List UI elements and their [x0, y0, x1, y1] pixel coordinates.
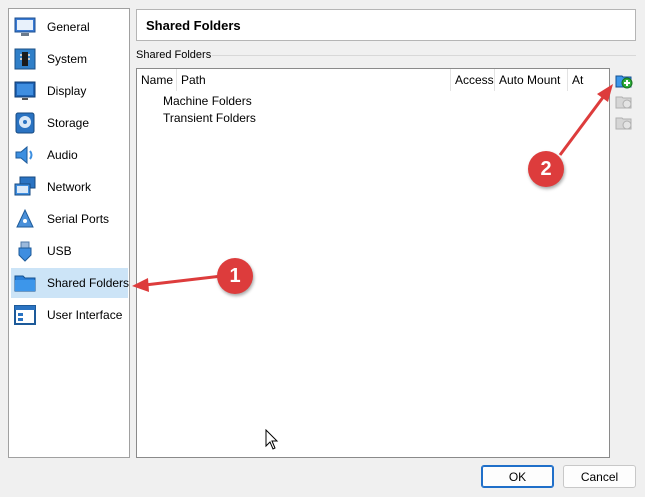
- add-folder-icon[interactable]: [615, 72, 633, 90]
- audio-icon: [15, 145, 33, 165]
- table-header: Name Path Access Auto Mount At: [137, 69, 609, 91]
- sidebar-item-label: User Interface: [47, 308, 123, 322]
- ok-button[interactable]: OK: [481, 465, 554, 488]
- page-title: Shared Folders: [136, 9, 636, 41]
- sidebar-item-audio[interactable]: Audio: [11, 140, 128, 170]
- annotation-badge-1: 1: [217, 258, 253, 294]
- sidebar-item-storage[interactable]: Storage: [11, 108, 128, 138]
- general-icon: [14, 17, 36, 36]
- settings-sidebar: General System Display Storage Audio Net…: [8, 8, 130, 458]
- sidebar-item-label: USB: [47, 244, 72, 258]
- sidebar-item-general[interactable]: General: [11, 12, 128, 42]
- mouse-cursor-icon: [265, 429, 279, 450]
- sidebar-item-label: Shared Folders: [47, 276, 130, 290]
- column-header-access[interactable]: Access: [451, 69, 495, 91]
- sidebar-item-display[interactable]: Display: [11, 76, 128, 106]
- sidebar-item-label: System: [47, 52, 88, 66]
- serial-ports-icon: [16, 208, 34, 228]
- sidebar-item-user-interface[interactable]: User Interface: [11, 300, 128, 330]
- sidebar-item-network[interactable]: Network: [11, 172, 128, 202]
- table-row[interactable]: Transient Folders: [163, 110, 256, 127]
- user-interface-icon: [14, 305, 36, 325]
- page-title-text: Shared Folders: [146, 17, 241, 33]
- shared-folders-table[interactable]: Name Path Access Auto Mount At Machine F…: [136, 68, 610, 458]
- table-row[interactable]: Machine Folders: [163, 93, 252, 110]
- sidebar-item-serial-ports[interactable]: Serial Ports: [11, 204, 128, 234]
- annotation-badge-2: 2: [528, 151, 564, 187]
- group-divider: [212, 55, 636, 56]
- sidebar-item-label: Network: [47, 180, 92, 194]
- display-icon: [14, 81, 36, 100]
- sidebar-item-label: Storage: [47, 116, 90, 130]
- sidebar-item-shared-folders[interactable]: Shared Folders: [11, 268, 130, 298]
- storage-icon: [15, 112, 35, 134]
- remove-folder-icon[interactable]: [615, 114, 633, 132]
- group-label: Shared Folders: [136, 49, 212, 61]
- sidebar-item-label: Serial Ports: [47, 212, 110, 226]
- cancel-button[interactable]: Cancel: [563, 465, 636, 488]
- column-header-at[interactable]: At: [568, 69, 609, 91]
- sidebar-item-label: General: [47, 20, 90, 34]
- sidebar-item-usb[interactable]: USB: [11, 236, 128, 266]
- column-header-auto-mount[interactable]: Auto Mount: [495, 69, 568, 91]
- column-header-path[interactable]: Path: [177, 69, 451, 91]
- sidebar-item-label: Display: [47, 84, 87, 98]
- sidebar-item-system[interactable]: System: [11, 44, 128, 74]
- shared-folders-icon: [14, 275, 36, 292]
- network-icon: [14, 176, 36, 196]
- usb-icon: [18, 241, 32, 262]
- sidebar-item-label: Audio: [47, 148, 78, 162]
- edit-folder-icon[interactable]: [615, 93, 633, 111]
- system-icon: [14, 48, 36, 70]
- column-header-name[interactable]: Name: [137, 69, 177, 91]
